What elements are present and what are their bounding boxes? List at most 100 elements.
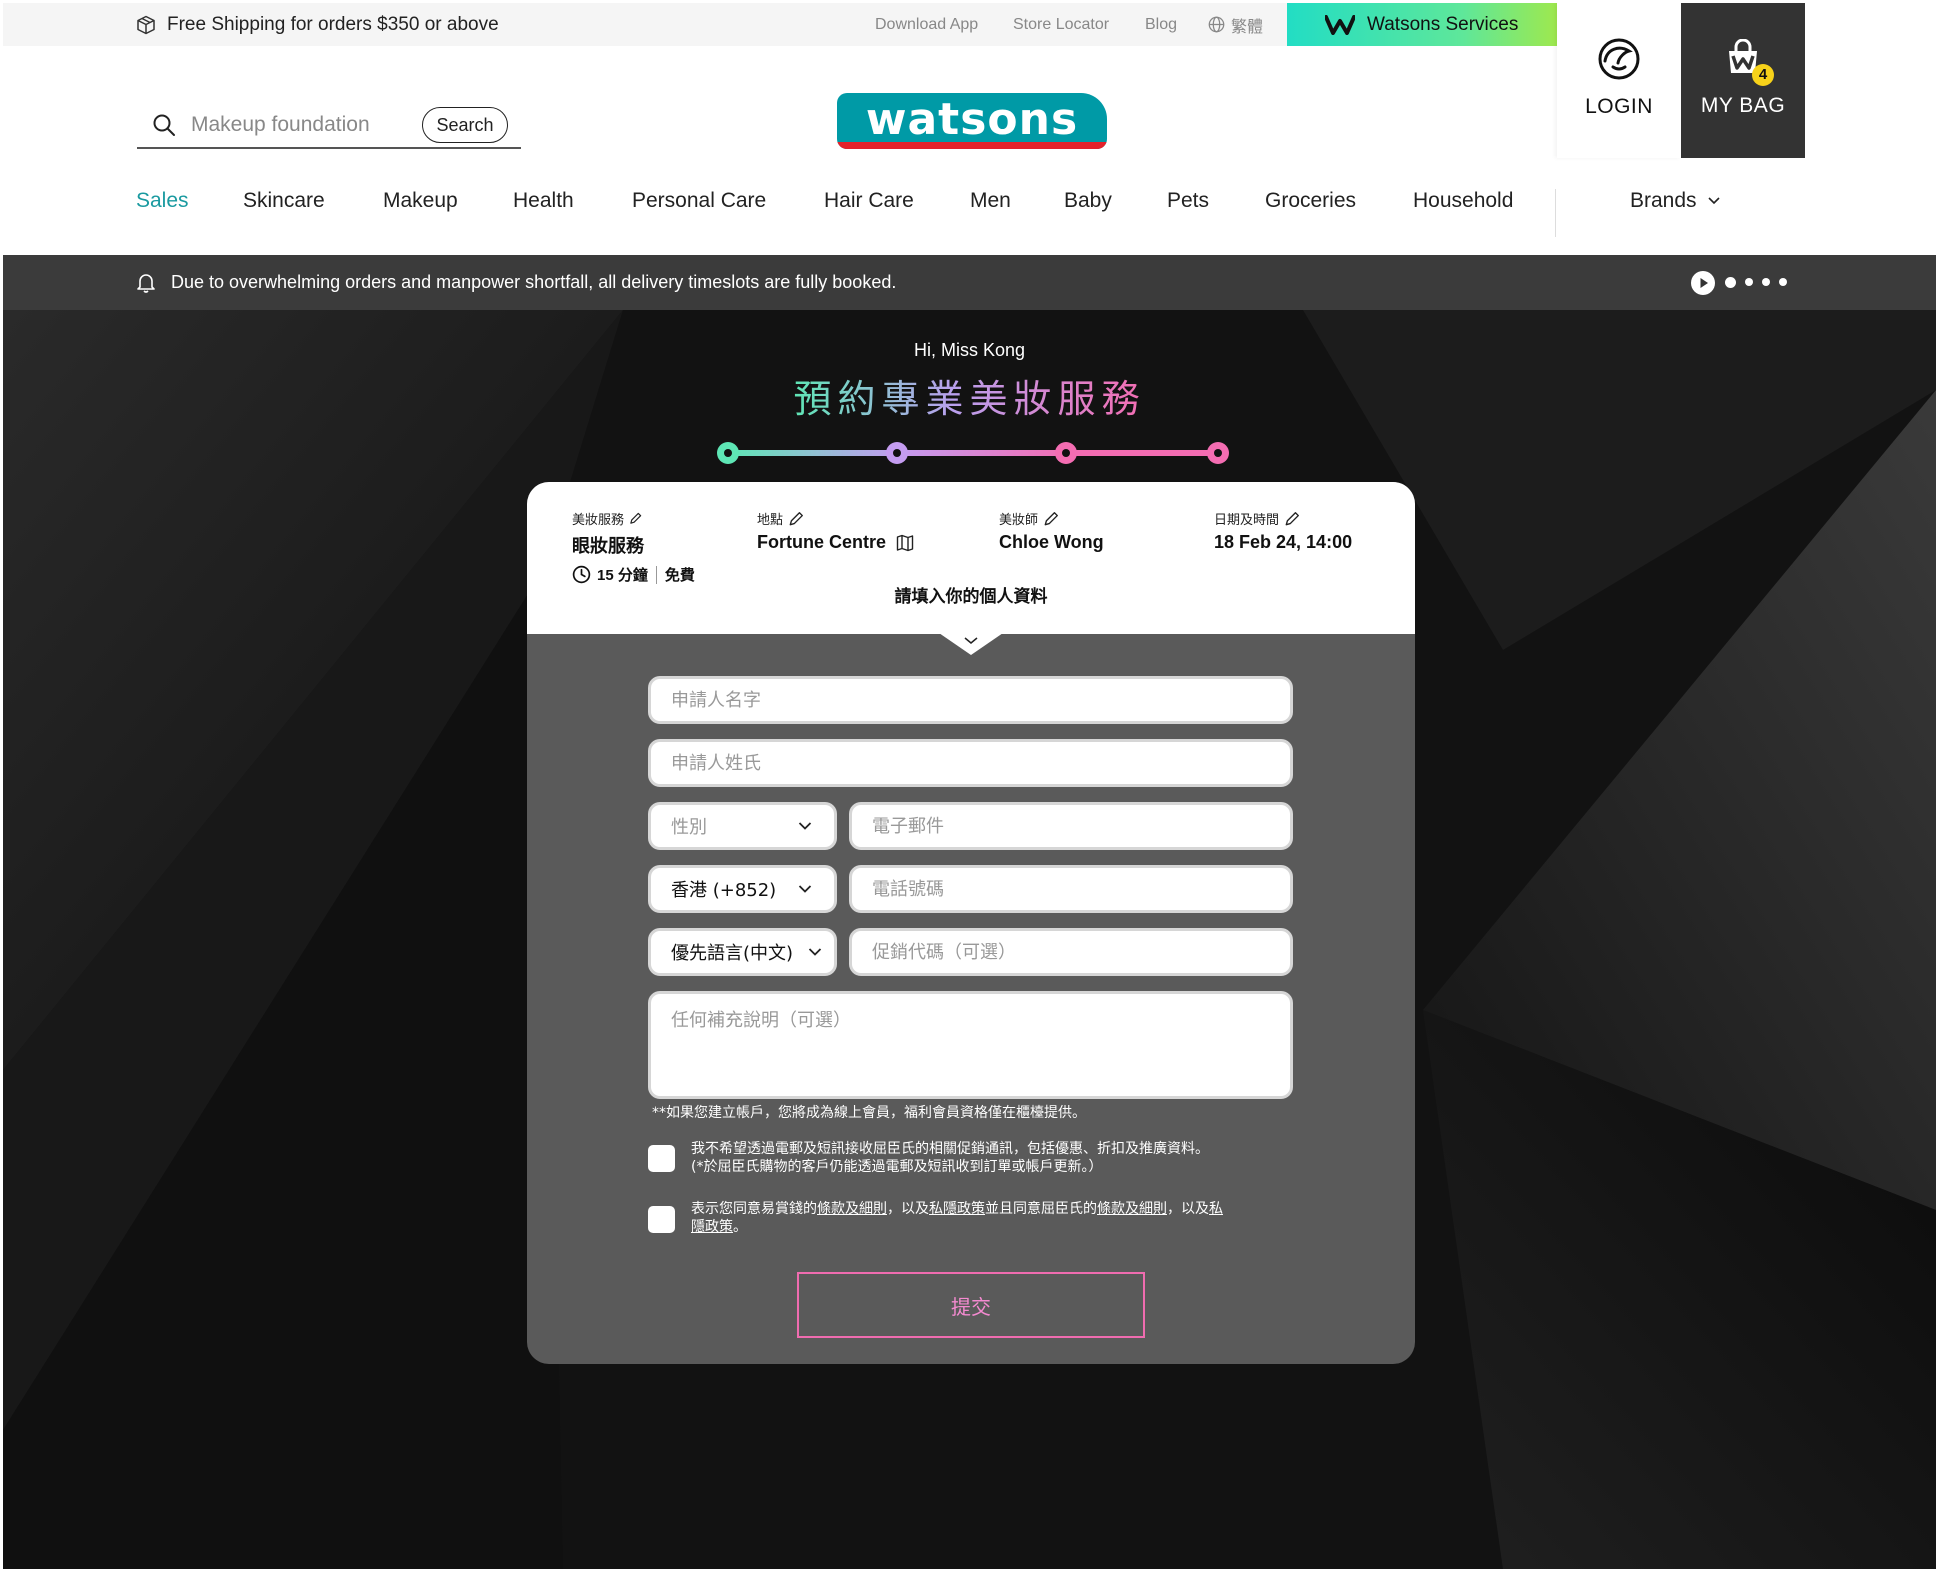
edit-pencil-icon[interactable] xyxy=(788,511,804,527)
artist-value: Chloe Wong xyxy=(999,532,1104,552)
brands-dropdown[interactable]: Brands xyxy=(1630,186,1721,216)
brands-label: Brands xyxy=(1630,189,1697,212)
top-bar: Free Shipping for orders $350 or above D… xyxy=(3,3,1557,46)
logo-text: watsons xyxy=(865,94,1079,145)
opt-out-line1: 我不希望透過電郵及短訊接收屈臣氏的相關促銷通訊，包括優惠、折扣及推廣資料。 xyxy=(691,1141,1209,1157)
bag-count-badge: 4 xyxy=(1752,64,1774,86)
search-bar: Search xyxy=(137,103,521,149)
language-pref-value: 優先語言(中文) xyxy=(671,943,794,964)
last-name-input[interactable] xyxy=(648,739,1293,787)
package-icon xyxy=(137,15,155,34)
opt-out-line2: (*於屈臣氏購物的客戶仍能透過電郵及短訊收到訂單或帳戶更新。） xyxy=(691,1159,1103,1175)
search-button[interactable]: Search xyxy=(422,107,508,143)
chevron-down-icon xyxy=(939,633,1003,655)
email-input[interactable] xyxy=(849,802,1293,850)
terms-link-watsons[interactable]: 條款及細則 xyxy=(1097,1201,1167,1217)
edit-pencil-icon[interactable] xyxy=(629,512,642,525)
booking-summary: 美妝服務 眼妝服務 15 分鐘 免費 地點 Fortune Centre 美妝師… xyxy=(527,482,1415,634)
nav-item-pets[interactable]: Pets xyxy=(1167,186,1209,216)
my-bag-button[interactable]: 4 MY BAG xyxy=(1681,3,1805,158)
carousel-dot-active[interactable] xyxy=(1725,277,1736,288)
service-label: 美妝服務 xyxy=(572,512,625,527)
chevron-down-icon xyxy=(1707,197,1720,205)
privacy-link-watsons[interactable]: 私 xyxy=(1209,1201,1223,1217)
summary-location: 地點 Fortune Centre xyxy=(757,509,914,553)
summary-artist: 美妝師 Chloe Wong xyxy=(999,509,1104,553)
datetime-label: 日期及時間 xyxy=(1214,512,1280,527)
separator xyxy=(655,565,657,584)
nav-item-men[interactable]: Men xyxy=(970,186,1011,216)
chevron-down-icon xyxy=(798,885,812,893)
booking-section: Hi, Miss Kong 預約專業美妝服務 美妝服務 眼妝服務 15 分鐘 免… xyxy=(3,310,1936,1569)
terms-text-part: 並且同意屈臣氏的 xyxy=(985,1201,1097,1217)
country-code-select[interactable]: 香港 (+852) xyxy=(648,865,837,913)
nav-item-groceries[interactable]: Groceries xyxy=(1265,186,1356,216)
nav-item-health[interactable]: Health xyxy=(513,186,574,216)
carousel-dot[interactable] xyxy=(1745,278,1753,286)
step-4 xyxy=(1207,442,1229,464)
country-code-value: 香港 (+852) xyxy=(671,880,777,901)
terms-link-moneyback[interactable]: 條款及細則 xyxy=(817,1201,887,1217)
blog-link[interactable]: Blog xyxy=(1145,3,1177,46)
gender-select[interactable]: 性別 xyxy=(648,802,837,850)
gender-placeholder: 性別 xyxy=(671,817,707,838)
promo-code-input[interactable] xyxy=(849,928,1293,976)
submit-button[interactable]: 提交 xyxy=(797,1272,1145,1338)
notice-bar: Due to overwhelming orders and manpower … xyxy=(3,255,1936,310)
progress-stepper xyxy=(717,442,1229,464)
nav-item-hair-care[interactable]: Hair Care xyxy=(824,186,914,216)
play-icon[interactable] xyxy=(1691,271,1715,295)
nav-item-personal-care[interactable]: Personal Care xyxy=(632,186,766,216)
download-app-link[interactable]: Download App xyxy=(875,3,978,46)
opt-out-checkbox[interactable] xyxy=(648,1145,675,1172)
store-locator-link[interactable]: Store Locator xyxy=(1013,3,1109,46)
language-select[interactable]: 優先語言(中文) xyxy=(648,928,837,976)
booking-title: 預約專業美妝服務 xyxy=(3,368,1936,423)
nav-divider xyxy=(1555,189,1556,237)
terms-text-part: ，以及 xyxy=(887,1201,929,1217)
carousel-dot[interactable] xyxy=(1762,278,1770,286)
language-switcher[interactable]: 繁體 xyxy=(1208,3,1263,46)
watsons-w-icon xyxy=(1325,14,1355,35)
nav-item-skincare[interactable]: Skincare xyxy=(243,186,325,216)
carousel-dots xyxy=(1725,277,1796,288)
login-button[interactable]: LOGIN xyxy=(1557,3,1681,158)
watsons-logo[interactable]: watsons xyxy=(837,93,1107,149)
first-name-input[interactable] xyxy=(648,676,1293,724)
privacy-link-watsons-cont[interactable]: 隱政策 xyxy=(691,1219,733,1235)
terms-checkbox[interactable] xyxy=(648,1206,675,1233)
phone-input[interactable] xyxy=(849,865,1293,913)
map-icon[interactable] xyxy=(896,534,914,552)
language-label: 繁體 xyxy=(1231,18,1264,36)
artist-label: 美妝師 xyxy=(999,512,1039,527)
carousel-dot[interactable] xyxy=(1779,278,1787,286)
nav-item-household[interactable]: Household xyxy=(1413,186,1513,216)
summary-datetime: 日期及時間 18 Feb 24, 14:00 xyxy=(1214,509,1352,553)
location-label: 地點 xyxy=(757,512,784,527)
privacy-link-moneyback[interactable]: 私隱政策 xyxy=(929,1201,985,1217)
page: Free Shipping for orders $350 or above D… xyxy=(3,3,1936,1569)
greeting: Hi, Miss Kong xyxy=(913,340,1026,360)
booking-card: 美妝服務 眼妝服務 15 分鐘 免費 地點 Fortune Centre 美妝師… xyxy=(527,482,1415,1364)
booking-title-text: 預約專業美妝服務 xyxy=(793,377,1146,421)
my-bag-label: MY BAG xyxy=(1700,94,1786,117)
member-note: **如果您建立帳戶，您將成為線上會員，福利會員資格僅在櫃檯提供。 xyxy=(652,1105,1086,1121)
search-input[interactable] xyxy=(191,107,411,143)
nav-item-baby[interactable]: Baby xyxy=(1064,186,1112,216)
globe-icon xyxy=(1208,16,1225,33)
step-2 xyxy=(886,442,908,464)
edit-pencil-icon[interactable] xyxy=(1284,511,1300,527)
edit-pencil-icon[interactable] xyxy=(1043,511,1059,527)
watsons-services-button[interactable]: Watsons Services xyxy=(1287,3,1557,46)
terms-text-part: 。 xyxy=(733,1219,747,1235)
bell-icon xyxy=(137,274,155,293)
location-value: Fortune Centre xyxy=(757,532,887,552)
notes-textarea[interactable] xyxy=(648,991,1293,1099)
watsons-services-label: Watsons Services xyxy=(1367,13,1519,35)
nav-item-makeup[interactable]: Makeup xyxy=(383,186,458,216)
nav-item-sales[interactable]: Sales xyxy=(136,186,189,216)
terms-text-part: ，以及 xyxy=(1167,1201,1209,1217)
user-face-icon xyxy=(1598,38,1640,80)
search-icon xyxy=(153,114,175,136)
datetime-value: 18 Feb 24, 14:00 xyxy=(1214,532,1353,552)
